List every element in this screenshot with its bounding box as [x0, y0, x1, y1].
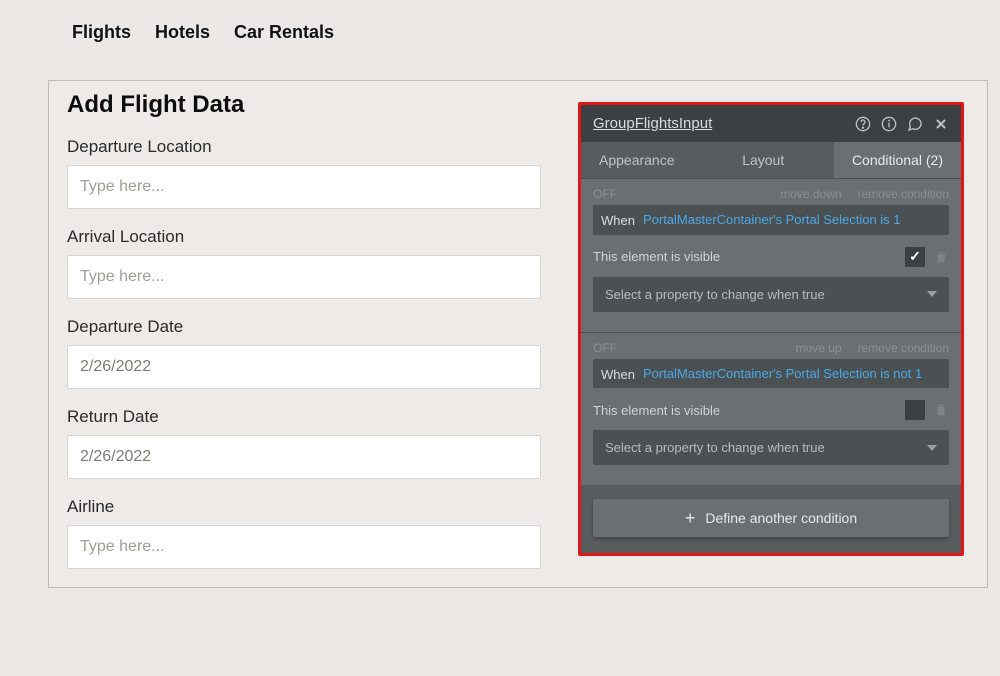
top-nav: Flights Hotels Car Rentals: [0, 0, 1000, 53]
airline-input[interactable]: [67, 525, 541, 569]
define-another-label: Define another condition: [705, 510, 857, 526]
condition-2-visible-label: This element is visible: [593, 403, 905, 418]
inspector-element-name[interactable]: GroupFlightsInput: [593, 115, 712, 132]
chevron-down-icon: [927, 291, 937, 297]
condition-2-expression[interactable]: PortalMasterContainer's Portal Selection…: [643, 365, 922, 383]
condition-1-remove[interactable]: remove condition: [858, 187, 949, 201]
condition-2-delete-icon[interactable]: [933, 401, 949, 419]
condition-2-when-row[interactable]: When PortalMasterContainer's Portal Sele…: [593, 359, 949, 389]
condition-block-1: OFF move down remove condition When Port…: [581, 178, 961, 332]
help-icon[interactable]: [855, 116, 871, 132]
when-label: When: [601, 211, 635, 228]
condition-block-2: OFF move up remove condition When Portal…: [581, 332, 961, 486]
info-icon[interactable]: [881, 116, 897, 132]
condition-1-expression[interactable]: PortalMasterContainer's Portal Selection…: [643, 211, 901, 229]
arrival-location-input[interactable]: [67, 255, 541, 299]
plus-icon: +: [685, 509, 696, 527]
tab-conditional[interactable]: Conditional (2): [834, 142, 961, 178]
inspector-panel: GroupFlightsInput Appearance Layout Cond…: [578, 102, 964, 556]
condition-1-property-select[interactable]: Select a property to change when true: [593, 277, 949, 312]
define-another-condition-button[interactable]: + Define another condition: [593, 499, 949, 537]
inspector-titlebar[interactable]: GroupFlightsInput: [581, 105, 961, 142]
inspector-tabs: Appearance Layout Conditional (2): [581, 142, 961, 178]
nav-hotels[interactable]: Hotels: [155, 22, 210, 43]
condition-1-select-placeholder: Select a property to change when true: [605, 287, 825, 302]
condition-2-state: OFF: [593, 341, 617, 355]
condition-2-move-up[interactable]: move up: [796, 341, 842, 355]
condition-1-when-row[interactable]: When PortalMasterContainer's Portal Sele…: [593, 205, 949, 235]
condition-2-visible-checkbox[interactable]: [905, 400, 925, 420]
tab-layout[interactable]: Layout: [724, 142, 802, 178]
tab-appearance[interactable]: Appearance: [581, 142, 693, 178]
when-label: When: [601, 365, 635, 382]
chevron-down-icon: [927, 445, 937, 451]
comment-icon[interactable]: [907, 116, 923, 132]
condition-1-visible-label: This element is visible: [593, 249, 905, 264]
condition-1-move-down[interactable]: move down: [780, 187, 841, 201]
condition-2-property-select[interactable]: Select a property to change when true: [593, 430, 949, 465]
condition-1-visible-checkbox[interactable]: [905, 247, 925, 267]
condition-2-select-placeholder: Select a property to change when true: [605, 440, 825, 455]
departure-date-input[interactable]: [67, 345, 541, 389]
nav-flights[interactable]: Flights: [72, 22, 131, 43]
nav-car-rentals[interactable]: Car Rentals: [234, 22, 334, 43]
close-icon[interactable]: [933, 116, 949, 132]
condition-2-remove[interactable]: remove condition: [858, 341, 949, 355]
departure-location-input[interactable]: [67, 165, 541, 209]
condition-1-state: OFF: [593, 187, 617, 201]
return-date-input[interactable]: [67, 435, 541, 479]
condition-1-delete-icon[interactable]: [933, 248, 949, 266]
